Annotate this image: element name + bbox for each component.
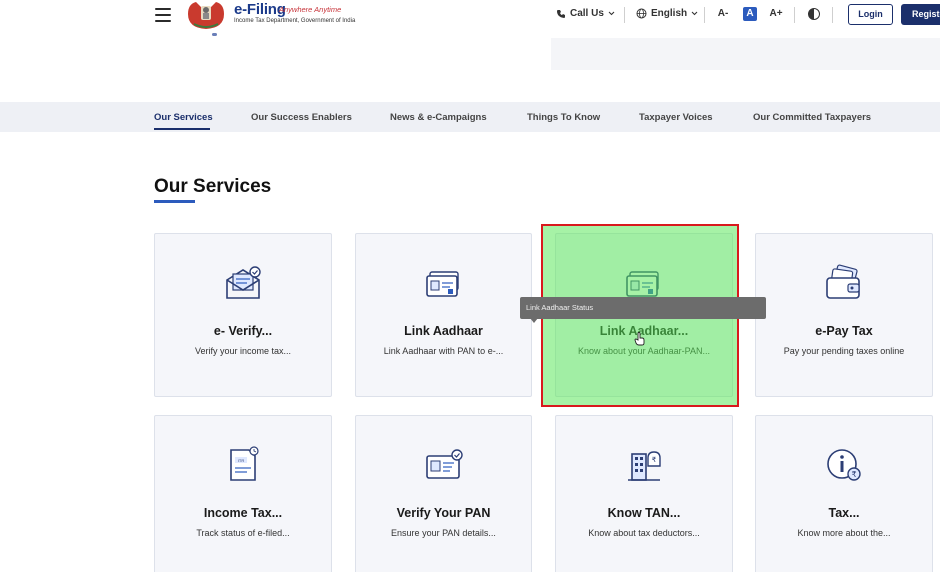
tab-our-services[interactable]: Our Services <box>154 112 213 123</box>
card-description: Link Aadhaar with PAN to e-... <box>383 346 504 356</box>
logo-subtitle: Income Tax Department, Government of Ind… <box>234 18 356 24</box>
card-title: Income Tax... <box>203 506 283 520</box>
login-button[interactable]: Login <box>848 4 893 25</box>
section-title: Our Services <box>154 176 272 197</box>
card-description: Know more about the... <box>797 528 891 538</box>
card-title: Verify Your PAN <box>396 506 491 520</box>
service-card-tax-info[interactable]: ₹ Tax... Know more about the... <box>755 415 933 572</box>
register-button[interactable]: Registe <box>901 4 940 25</box>
building-money-icon: ₹ <box>628 451 661 481</box>
svg-text:₹: ₹ <box>851 470 856 479</box>
info-rupee-icon: ₹ <box>827 449 861 481</box>
card-description: Verify your income tax... <box>194 346 292 356</box>
section-tabs: Our Services Our Success Enablers News &… <box>0 102 940 132</box>
call-us-label: Call Us <box>570 8 604 19</box>
font-decrease-button[interactable]: A- <box>716 7 730 21</box>
card-title: Know TAN... <box>607 506 681 520</box>
language-label: English <box>651 8 688 19</box>
emblem-logo-icon <box>188 2 224 29</box>
tab-success-enablers[interactable]: Our Success Enablers <box>251 112 352 123</box>
font-normal-button[interactable]: A <box>743 7 757 21</box>
header-divider <box>832 7 833 23</box>
banner-placeholder <box>551 38 940 70</box>
active-tab-indicator <box>154 128 210 130</box>
service-card-verify-pan[interactable]: Verify Your PAN Ensure your PAN details.… <box>355 415 532 572</box>
chevron-down-icon <box>691 11 698 16</box>
pan-card-check-icon <box>425 449 463 479</box>
service-card-income-tax-status[interactable]: ITR Income Tax... Track status of e-file… <box>154 415 332 572</box>
font-increase-button[interactable]: A+ <box>769 7 783 21</box>
globe-icon <box>636 8 647 19</box>
title-underline <box>154 200 195 203</box>
tab-committed-taxpayers[interactable]: Our Committed Taxpayers <box>753 112 871 123</box>
phone-icon <box>557 9 565 18</box>
card-description: Know about tax deductors... <box>588 528 700 538</box>
hand-cursor-icon <box>634 332 645 346</box>
menu-icon[interactable] <box>155 8 171 22</box>
card-title: Tax... <box>828 506 860 520</box>
card-title: Link Aadhaar <box>404 324 483 338</box>
service-card-link-aadhaar[interactable]: Link Aadhaar Link Aadhaar with PAN to e-… <box>355 233 532 397</box>
service-card-e-verify[interactable]: e- Verify... Verify your income tax... <box>154 233 332 397</box>
language-dropdown[interactable]: English <box>636 8 698 19</box>
card-description: Track status of e-filed... <box>196 528 290 538</box>
card-title: e- Verify... <box>213 324 273 338</box>
envelope-check-icon <box>226 266 261 299</box>
tooltip: Link Aadhaar Status <box>520 297 766 319</box>
logo-tagline: Anywhere Anytime <box>279 5 342 14</box>
header-divider <box>794 7 795 23</box>
card-title: e-Pay Tax <box>815 324 873 338</box>
tab-things-to-know[interactable]: Things To Know <box>527 112 600 123</box>
svg-text:₹: ₹ <box>652 456 657 464</box>
itr-document-clock-icon: ITR <box>230 446 259 481</box>
id-cards-icon <box>425 271 459 297</box>
site-header: e-Filing Anywhere Anytime Income Tax Dep… <box>0 0 940 36</box>
service-card-know-tan[interactable]: ₹ Know TAN... Know about tax deductors..… <box>555 415 733 572</box>
tab-news-campaigns[interactable]: News & e-Campaigns <box>390 112 487 123</box>
card-description: Ensure your PAN details... <box>391 528 496 538</box>
header-divider <box>704 7 705 23</box>
chevron-down-icon <box>608 11 615 16</box>
tab-taxpayer-voices[interactable]: Taxpayer Voices <box>639 112 713 123</box>
logo-title[interactable]: e-Filing <box>234 1 286 18</box>
emblem-base <box>212 33 217 36</box>
header-divider <box>624 7 625 23</box>
svg-text:ITR: ITR <box>238 458 245 463</box>
card-description: Pay your pending taxes online <box>783 346 905 356</box>
tooltip-arrow <box>530 318 538 323</box>
card-description: Know about your Aadhaar-PAN... <box>578 346 710 356</box>
wallet-cards-icon <box>826 264 860 299</box>
service-card-e-pay-tax[interactable]: e-Pay Tax Pay your pending taxes online <box>755 233 933 397</box>
contrast-toggle-icon[interactable] <box>808 8 820 20</box>
call-us-dropdown[interactable]: Call Us <box>556 8 615 19</box>
